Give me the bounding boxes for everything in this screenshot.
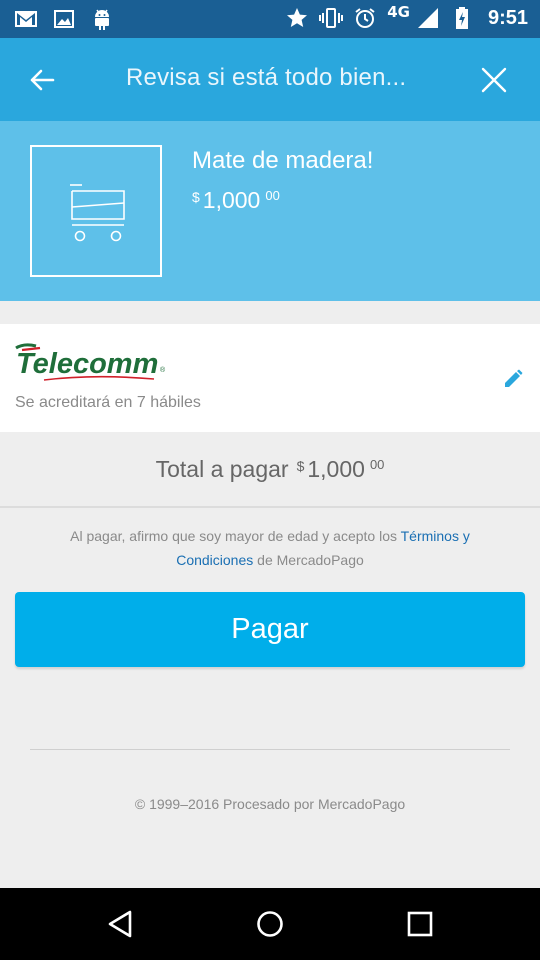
footer-copyright: © 1999–2016 Procesado por MercadoPago xyxy=(134,796,406,812)
nav-back-button[interactable] xyxy=(100,904,140,944)
product-name: Mate de madera! xyxy=(192,147,374,174)
total-row: Total a pagar $ 1,000 00 xyxy=(0,432,540,508)
triangle-back-icon xyxy=(108,910,132,938)
price-currency: $ xyxy=(192,189,200,205)
nav-home-button[interactable] xyxy=(250,904,290,944)
pay-button[interactable]: Pagar xyxy=(15,592,525,667)
square-recents-icon xyxy=(407,911,433,937)
network-type-label: 4G xyxy=(387,3,410,21)
total-label: Total a pagar xyxy=(155,455,289,482)
payment-method-card[interactable]: Telecomm ® Se acreditará en 7 hábiles xyxy=(0,324,540,432)
star-icon xyxy=(285,6,309,30)
total-integer: 1,000 xyxy=(307,455,365,482)
circle-home-icon xyxy=(257,911,283,937)
pencil-icon xyxy=(505,369,523,387)
product-thumbnail xyxy=(30,145,162,277)
close-button[interactable] xyxy=(474,60,514,100)
page-title: Revisa si está todo bien... xyxy=(126,64,407,91)
total-currency: $ xyxy=(296,457,305,474)
logo-wordmark: Telecomm xyxy=(16,348,158,380)
gallery-icon xyxy=(52,7,76,31)
navigation-bar xyxy=(0,888,540,960)
battery-charging-icon xyxy=(450,6,474,30)
arrow-back-icon xyxy=(30,69,55,91)
price-cents: 00 xyxy=(265,188,280,203)
price-integer: 1,000 xyxy=(202,187,261,213)
payment-method-subtitle: Se acreditará en 7 hábiles xyxy=(15,394,201,411)
app-bar: Revisa si está todo bien... xyxy=(0,38,540,121)
back-button[interactable] xyxy=(22,60,62,100)
product-price: $ 1,000 00 xyxy=(192,187,280,214)
legal-text-after: de MercadoPago xyxy=(253,552,364,568)
nav-recents-button[interactable] xyxy=(400,904,440,944)
legal-text: Al pagar, afirmo que soy mayor de edad y… xyxy=(30,524,510,572)
close-icon xyxy=(481,67,507,93)
logo-registered-mark: ® xyxy=(160,366,166,374)
legal-text-before: Al pagar, afirmo que soy mayor de edad y… xyxy=(70,528,401,544)
signal-icon xyxy=(416,6,440,30)
alarm-icon xyxy=(353,6,377,30)
divider xyxy=(30,749,510,750)
gmail-icon xyxy=(14,7,38,31)
edit-payment-method-button[interactable] xyxy=(500,366,526,392)
vibrate-icon xyxy=(319,6,344,30)
cart-icon xyxy=(70,184,125,242)
telecomm-logo: Telecomm ® xyxy=(15,343,166,381)
total-price: $ 1,000 00 xyxy=(297,456,385,483)
status-bar: 4G 9:51 xyxy=(0,0,540,38)
android-icon xyxy=(90,7,114,31)
product-summary: Mate de madera! $ 1,000 00 xyxy=(0,121,540,301)
clock: 9:51 xyxy=(487,6,528,29)
total-cents: 00 xyxy=(369,456,385,472)
